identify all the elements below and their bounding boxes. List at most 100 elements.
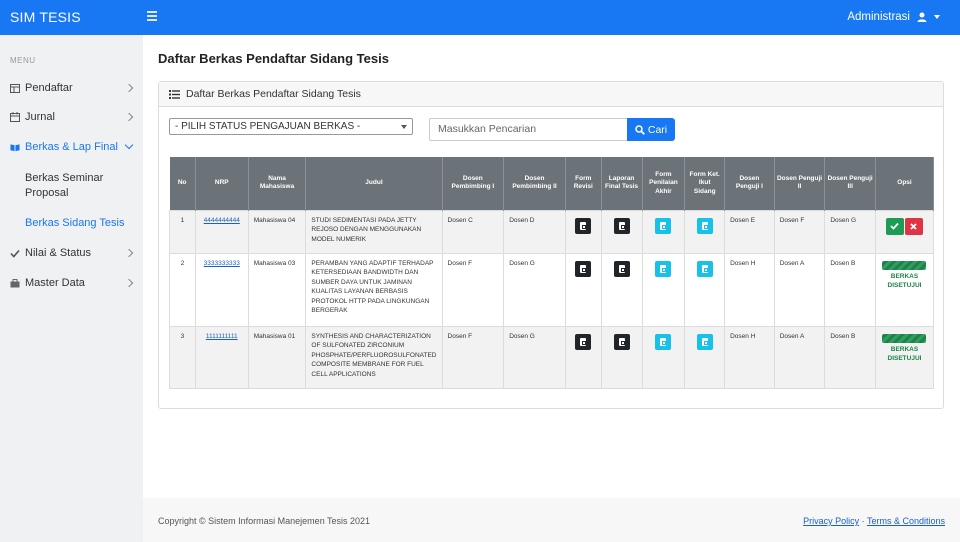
- cell-pembimbing-1: Dosen F: [441, 252, 505, 327]
- footer-separator: ·: [861, 516, 865, 526]
- cell-pembimbing-2: Dosen G: [503, 325, 566, 389]
- book-icon: [10, 142, 20, 152]
- user-menu[interactable]: Administrasi: [847, 11, 940, 23]
- file-icon[interactable]: [575, 260, 592, 277]
- sidebar-item-jurnal[interactable]: Jurnal: [0, 111, 143, 123]
- cell-penguji-2: Dosen A: [773, 325, 826, 389]
- chevron-right-icon: [124, 112, 134, 122]
- reject-button[interactable]: [904, 217, 923, 235]
- search-input[interactable]: Masukkan Pencarian: [429, 118, 628, 141]
- table-row: 1 4444444444 Mahasiswa 04 STUDI SEDIMENT…: [169, 209, 935, 254]
- file-icon[interactable]: [655, 333, 672, 350]
- table-icon: [10, 83, 20, 93]
- th-nama: Nama Mahasiswa: [248, 157, 307, 210]
- list-icon: [169, 89, 180, 99]
- file-icon[interactable]: [575, 217, 592, 234]
- file-icon[interactable]: [696, 260, 713, 277]
- cell-penguji-1: Dosen H: [724, 325, 775, 389]
- briefcase-icon: [10, 278, 20, 288]
- th-penguji-2: Dosen Penguji II: [774, 157, 826, 210]
- check-icon: [10, 248, 20, 258]
- user-icon: [917, 12, 927, 22]
- terms-link[interactable]: Terms & Conditions: [867, 516, 945, 526]
- footer: Copyright © Sistem Informasi Manejemen T…: [143, 498, 960, 542]
- th-pembimbing-2: Dosen Pembimbing II: [503, 157, 566, 210]
- sidebar-subitem-sidang-tesis[interactable]: Berkas Sidang Tesis: [25, 216, 135, 231]
- chevron-right-icon: [124, 83, 134, 93]
- th-form-revisi: Form Revisi: [565, 157, 602, 210]
- sidebar-item-label: Jurnal: [25, 111, 55, 123]
- cell-nama: Mahasiswa 01: [247, 325, 307, 389]
- nrp-link[interactable]: 3333333333: [204, 260, 240, 267]
- hamburger-icon[interactable]: [147, 11, 157, 21]
- close-icon: [910, 222, 918, 230]
- status-select-value: - PILIH STATUS PENGAJUAN BERKAS -: [175, 121, 361, 132]
- chevron-right-icon: [124, 248, 134, 258]
- status-progress-bar: [882, 333, 927, 343]
- cell-penguji-3: Dosen B: [824, 252, 876, 327]
- table-header-row: No NRP Nama Mahasiswa Judul Dosen Pembim…: [169, 157, 935, 210]
- privacy-policy-link[interactable]: Privacy Policy: [803, 516, 859, 526]
- cell-penguji-3: Dosen B: [824, 325, 876, 389]
- cell-judul: STUDI SEDIMENTASI PADA JETTY REJOSO DENG…: [305, 209, 443, 254]
- th-pembimbing-1: Dosen Pembimbing I: [442, 157, 505, 210]
- top-navbar: SIM TESIS Administrasi: [0, 0, 960, 35]
- cell-penguji-1: Dosen E: [724, 209, 775, 254]
- cell-penguji-2: Dosen A: [773, 252, 826, 327]
- cell-judul: SYNTHESIS AND CHARACTERIZATION OF SULFON…: [305, 325, 443, 389]
- approve-button[interactable]: [885, 217, 904, 235]
- caret-down-icon: [934, 15, 940, 19]
- sidebar-item-master-data[interactable]: Master Data: [0, 277, 143, 289]
- sidebar-item-label: Pendaftar: [25, 82, 73, 94]
- cell-opsi: BERKAS DISETUJUI: [874, 325, 935, 389]
- file-icon[interactable]: [696, 217, 713, 234]
- sidebar-item-nilai-status[interactable]: Nilai & Status: [0, 247, 143, 259]
- th-penguji-1: Dosen Penguji I: [724, 157, 775, 210]
- file-icon[interactable]: [613, 333, 630, 350]
- th-opsi: Opsi: [875, 157, 935, 210]
- brand-title[interactable]: SIM TESIS: [10, 9, 81, 25]
- card-title: Daftar Berkas Pendaftar Sidang Tesis: [186, 88, 361, 100]
- th-form-penilaian: Form Penilaian Akhir: [642, 157, 686, 210]
- search-button-label: Cari: [647, 123, 668, 136]
- check-icon: [890, 222, 900, 230]
- cell-penguji-1: Dosen H: [724, 252, 775, 327]
- chevron-down-icon: [124, 140, 134, 150]
- th-form-ket: Form Ket. Ikut Sidang: [684, 157, 726, 210]
- file-icon[interactable]: [655, 260, 672, 277]
- status-select[interactable]: - PILIH STATUS PENGAJUAN BERKAS -: [169, 118, 413, 135]
- card-header: Daftar Berkas Pendaftar Sidang Tesis: [159, 82, 943, 107]
- cell-penguji-3: Dosen G: [824, 209, 876, 254]
- sidebar-item-berkas[interactable]: Berkas & Lap Final: [0, 140, 143, 153]
- sidebar: MENU Pendaftar Jurnal Berkas & Lap Final…: [0, 35, 143, 542]
- sidebar-subitem-seminar-proposal[interactable]: Berkas Seminar Proposal: [25, 171, 135, 201]
- file-icon[interactable]: [613, 217, 630, 234]
- chevron-down-icon: [401, 125, 407, 129]
- list-card: Daftar Berkas Pendaftar Sidang Tesis - P…: [158, 81, 944, 409]
- cell-judul: PERAMBAN YANG ADAPTIF TERHADAP KETERSEDI…: [305, 252, 443, 327]
- sidebar-menu-heading: MENU: [10, 56, 36, 65]
- th-no: No: [169, 157, 196, 210]
- th-judul: Judul: [305, 157, 443, 210]
- copyright-text: Copyright © Sistem Informasi Manejemen T…: [158, 516, 371, 526]
- file-icon[interactable]: [655, 217, 672, 234]
- nrp-link[interactable]: 1111111111: [206, 333, 238, 340]
- th-penguji-3: Dosen Penguji III: [824, 157, 876, 210]
- file-icon[interactable]: [696, 333, 713, 350]
- nrp-link[interactable]: 4444444444: [204, 217, 240, 224]
- cell-penguji-2: Dosen F: [773, 209, 826, 254]
- status-progress-bar: [882, 260, 927, 270]
- search-button[interactable]: Cari: [627, 118, 675, 141]
- search-icon: [635, 124, 645, 135]
- berkas-table: No NRP Nama Mahasiswa Judul Dosen Pembim…: [169, 157, 935, 389]
- calendar-icon: [10, 112, 20, 122]
- file-icon[interactable]: [575, 333, 592, 350]
- sidebar-item-pendaftar[interactable]: Pendaftar: [0, 82, 143, 94]
- cell-nama: Mahasiswa 03: [247, 252, 307, 327]
- page-title: Daftar Berkas Pendaftar Sidang Tesis: [158, 51, 389, 66]
- cell-no: 3: [169, 325, 196, 389]
- cell-no: 1: [169, 209, 196, 254]
- file-icon[interactable]: [613, 260, 630, 277]
- cell-nama: Mahasiswa 04: [247, 209, 307, 254]
- cell-opsi: [874, 209, 935, 254]
